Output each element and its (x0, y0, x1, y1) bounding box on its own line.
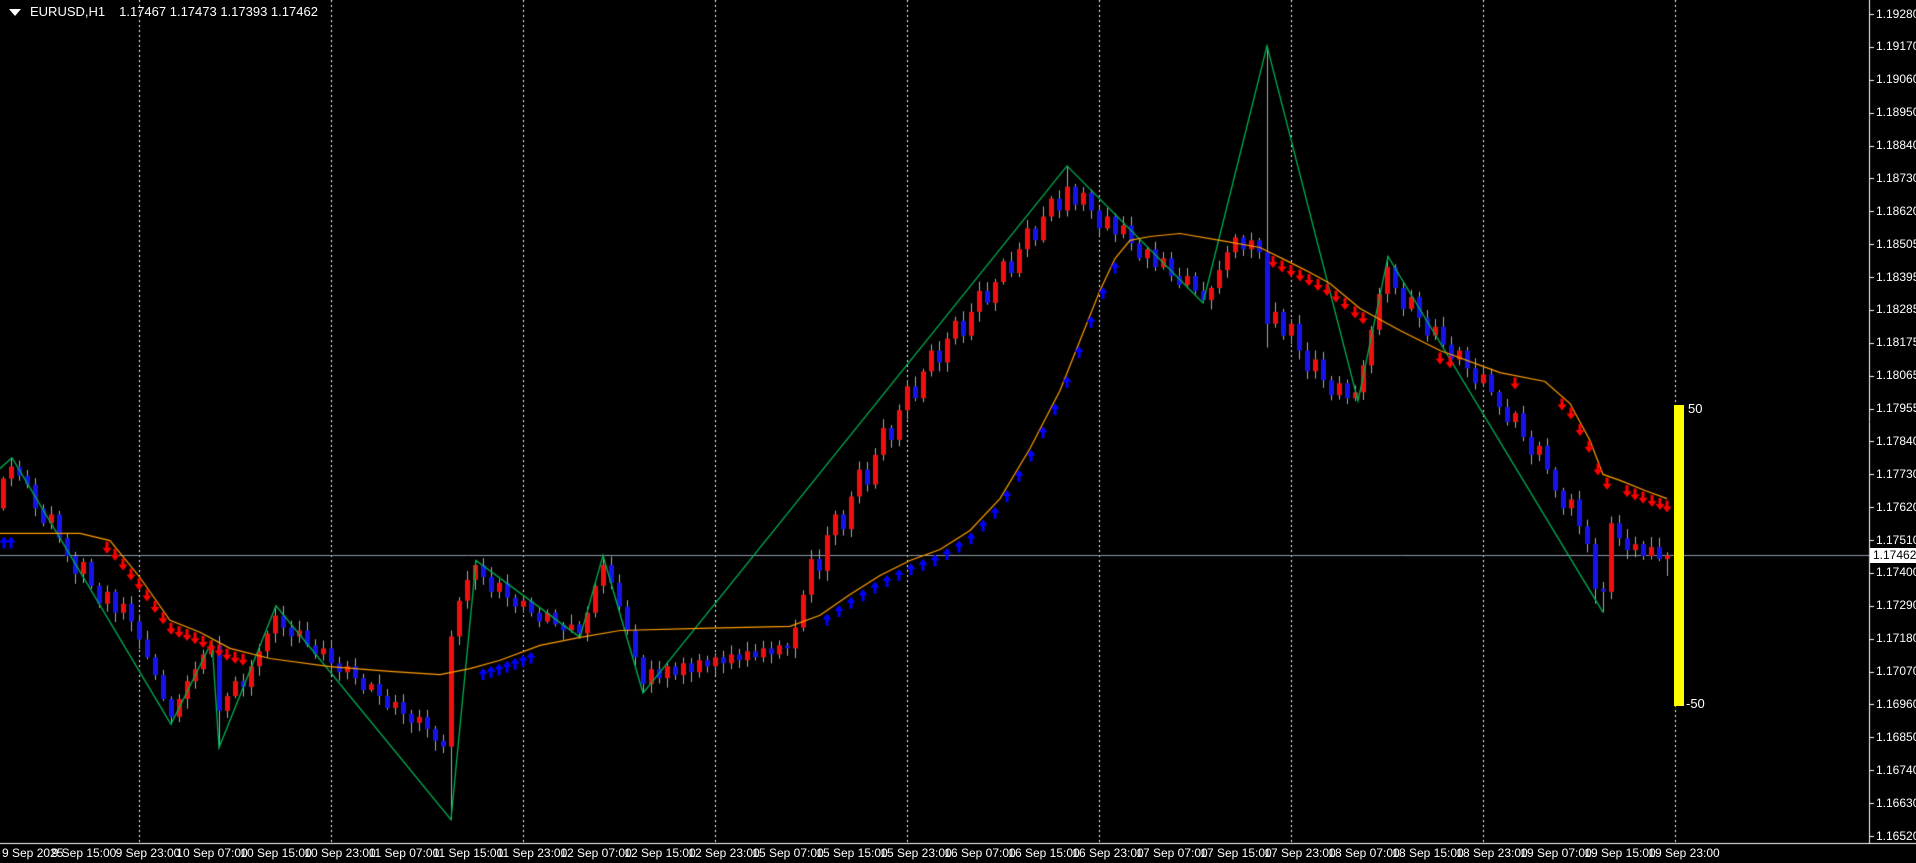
time-tick-label: 17 Sep 07:00 (1136, 847, 1207, 860)
time-tick-label: 16 Sep 07:00 (944, 847, 1015, 860)
time-tick-label: 9 Sep 23:00 (116, 847, 181, 860)
time-tick-label: 19 Sep 15:00 (1584, 847, 1655, 860)
price-tick-label: 1.18175 (1876, 336, 1916, 349)
time-tick-label: 15 Sep 23:00 (880, 847, 951, 860)
time-tick-label: 10 Sep 15:00 (240, 847, 311, 860)
time-tick-label: 18 Sep 23:00 (1456, 847, 1527, 860)
price-tick-label: 1.17510 (1876, 534, 1916, 547)
price-tick-label: 1.17070 (1876, 665, 1916, 678)
price-tick-label: 1.18395 (1876, 271, 1916, 284)
price-tick-label: 1.17840 (1876, 435, 1916, 448)
time-tick-label: 16 Sep 15:00 (1008, 847, 1079, 860)
time-tick-label: 18 Sep 07:00 (1328, 847, 1399, 860)
time-tick-label: 10 Sep 07:00 (176, 847, 247, 860)
time-tick-label: 17 Sep 15:00 (1200, 847, 1271, 860)
time-tick-label: 19 Sep 23:00 (1648, 847, 1719, 860)
price-tick-label: 1.19060 (1876, 73, 1916, 86)
price-tick-label: 1.18950 (1876, 106, 1916, 119)
pip-ruler-top-label: 50 (1688, 401, 1702, 416)
current-price-badge: 1.17462 (1870, 548, 1916, 563)
price-tick-label: 1.17730 (1876, 468, 1916, 481)
pip-ruler-bottom-label: -50 (1686, 696, 1705, 711)
price-tick-label: 1.17180 (1876, 632, 1916, 645)
price-tick-label: 1.17400 (1876, 566, 1916, 579)
chart-header: EURUSD,H1 1.17467 1.17473 1.17393 1.17462 (30, 4, 318, 19)
time-tick-label: 10 Sep 23:00 (304, 847, 375, 860)
price-tick-label: 1.18730 (1876, 172, 1916, 185)
price-tick-label: 1.19280 (1876, 8, 1916, 21)
price-tick-label: 1.18505 (1876, 238, 1916, 251)
header-ohlc-values: 1.17467 1.17473 1.17393 1.17462 (119, 4, 318, 19)
time-tick-label: 11 Sep 23:00 (497, 847, 568, 860)
price-tick-label: 1.16960 (1876, 698, 1916, 711)
price-tick-label: 1.16520 (1876, 830, 1916, 843)
price-tick-label: 1.19170 (1876, 40, 1916, 53)
time-tick-label: 15 Sep 07:00 (752, 847, 823, 860)
time-tick-label: 11 Sep 07:00 (369, 847, 440, 860)
time-tick-label: 12 Sep 07:00 (560, 847, 631, 860)
time-tick-label: 12 Sep 15:00 (624, 847, 695, 860)
price-tick-label: 1.16630 (1876, 797, 1916, 810)
price-tick-label: 1.17290 (1876, 599, 1916, 612)
price-tick-label: 1.16850 (1876, 731, 1916, 744)
price-tick-label: 1.18620 (1876, 205, 1916, 218)
mt4-chart-window: EURUSD,H1 1.17467 1.17473 1.17393 1.17462… (0, 0, 1916, 863)
time-tick-label: 19 Sep 07:00 (1520, 847, 1591, 860)
time-tick-label: 9 Sep 15:00 (52, 847, 117, 860)
time-tick-label: 15 Sep 15:00 (816, 847, 887, 860)
price-tick-label: 1.18065 (1876, 369, 1916, 382)
time-tick-label: 17 Sep 23:00 (1264, 847, 1335, 860)
symbol-dropdown-icon[interactable] (9, 9, 21, 16)
price-tick-label: 1.17955 (1876, 402, 1916, 415)
price-tick-label: 1.18285 (1876, 303, 1916, 316)
price-tick-label: 1.17620 (1876, 501, 1916, 514)
time-tick-label: 18 Sep 15:00 (1392, 847, 1463, 860)
time-tick-label: 12 Sep 23:00 (688, 847, 759, 860)
time-tick-label: 11 Sep 15:00 (433, 847, 504, 860)
price-tick-label: 1.16740 (1876, 764, 1916, 777)
time-tick-label: 16 Sep 23:00 (1072, 847, 1143, 860)
price-tick-label: 1.18840 (1876, 139, 1916, 152)
pip-ruler[interactable] (1674, 405, 1684, 705)
price-chart-canvas[interactable] (0, 0, 1916, 863)
symbol-title: EURUSD,H1 (30, 4, 105, 19)
